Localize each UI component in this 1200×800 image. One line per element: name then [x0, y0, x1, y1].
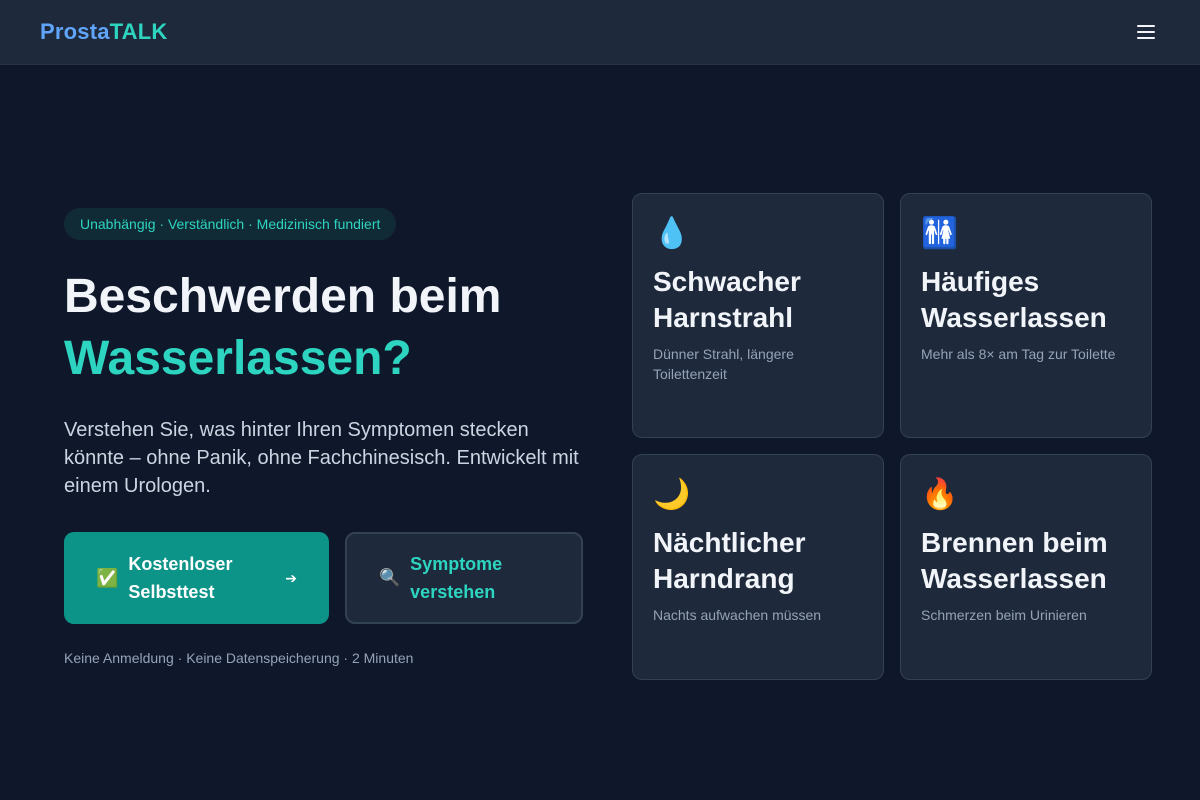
free-self-test-label: Kostenloser Selbsttest	[128, 554, 233, 602]
understand-symptoms-label: Symptome verstehen	[410, 554, 503, 602]
tagline-badge: Unabhängig · Verständlich · Medizinisch …	[64, 208, 397, 240]
arrow-right-icon: ➔	[285, 570, 297, 586]
card-description: Mehr als 8× am Tag zur Toilette	[921, 346, 1116, 362]
symptom-card-burning[interactable]: 🔥 Brennen beim Wasserlassen Schmerzen be…	[900, 454, 1152, 680]
water-drop-icon: 💧	[653, 217, 691, 250]
card-title: Nächtlicher Harndrang	[653, 527, 806, 594]
card-description: Schmerzen beim Urinieren	[921, 607, 1087, 623]
check-mark-icon: ✅	[96, 568, 119, 588]
logo[interactable]: ProstaTALK	[40, 19, 168, 45]
symptom-cards-grid: 💧 Schwacher Harnstrahl Dünner Strahl, lä…	[632, 193, 1152, 680]
magnifier-icon: 🔍	[379, 568, 401, 587]
navbar: ProstaTALK	[0, 0, 1200, 65]
card-title: Schwacher Harnstrahl	[653, 266, 801, 333]
headline-line-1: Beschwerden beim	[64, 270, 502, 323]
moon-icon: 🌙	[653, 478, 691, 511]
card-description: Dünner Strahl, längere Toilettenzeit	[653, 346, 794, 382]
card-description: Nachts aufwachen müssen	[653, 607, 822, 623]
hero-subtext: Verstehen Sie, was hinter Ihren Symptome…	[64, 419, 579, 497]
symptom-card-weak-stream[interactable]: 💧 Schwacher Harnstrahl Dünner Strahl, lä…	[632, 193, 884, 438]
logo-part-prosta: Prosta	[40, 19, 110, 44]
understand-symptoms-button[interactable]: 🔍 Symptome verstehen	[345, 532, 583, 624]
hero-section: Unabhängig · Verständlich · Medizinisch …	[64, 208, 594, 666]
privacy-footnote: Keine Anmeldung · Keine Datenspeicherung…	[64, 650, 414, 666]
hamburger-menu-icon[interactable]	[1134, 20, 1158, 44]
page-title: Beschwerden beim Wasserlassen?	[64, 266, 594, 390]
symptom-card-nocturia[interactable]: 🌙 Nächtlicher Harndrang Nachts aufwachen…	[632, 454, 884, 680]
free-self-test-button[interactable]: ✅ Kostenloser Selbsttest ➔	[64, 532, 329, 624]
cta-row: ✅ Kostenloser Selbsttest ➔ 🔍 Symptome ve…	[64, 532, 594, 624]
fire-icon: 🔥	[921, 478, 959, 511]
logo-part-talk: TALK	[109, 19, 168, 44]
card-title: Häufiges Wasserlassen	[921, 266, 1107, 333]
headline-line-2: Wasserlassen?	[64, 332, 412, 385]
symptom-card-frequent-urination[interactable]: 🚻 Häufiges Wasserlassen Mehr als 8× am T…	[900, 193, 1152, 438]
restroom-icon: 🚻	[921, 217, 959, 250]
card-title: Brennen beim Wasserlassen	[921, 527, 1108, 594]
